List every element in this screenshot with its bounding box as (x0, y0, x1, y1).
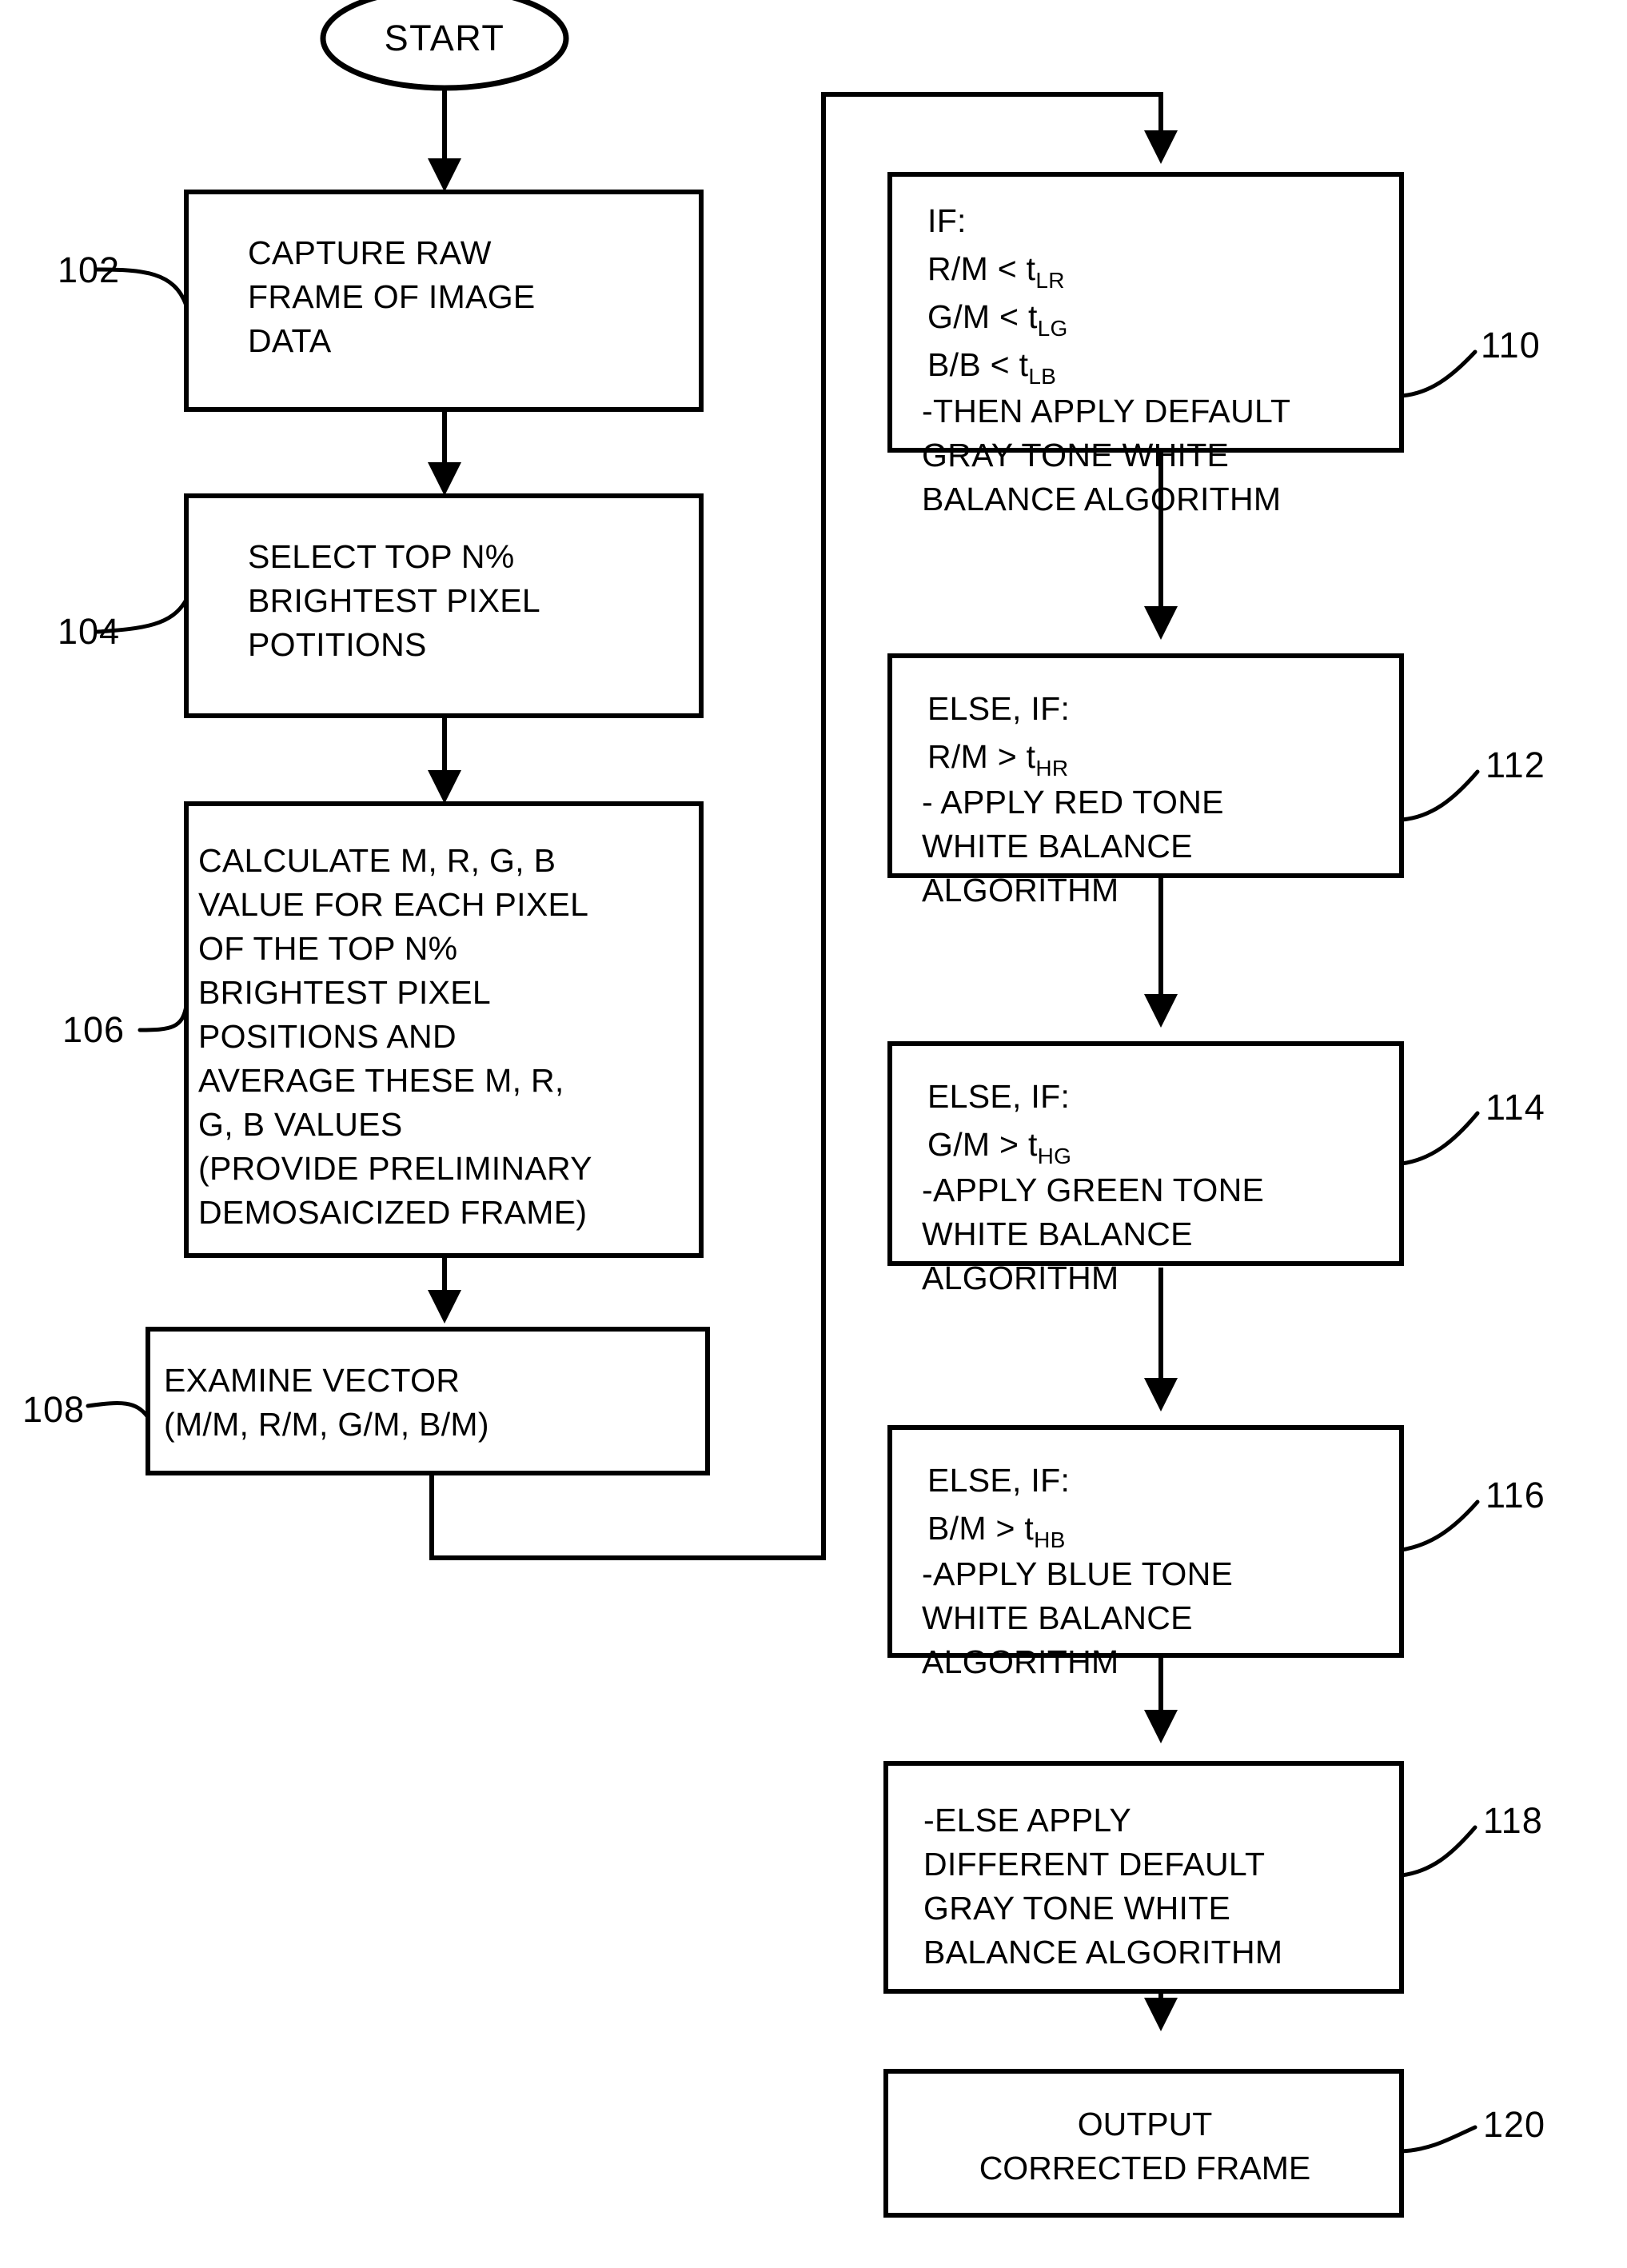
node-118-line-2: DIFFERENT DEFAULT (923, 1846, 1265, 1883)
node-120-line-2: CORRECTED FRAME (979, 2150, 1311, 2186)
connector-110-to-112 (1144, 448, 1178, 640)
node-106-line-1: CALCULATE M, R, G, B (198, 842, 556, 879)
node-106-line-6: AVERAGE THESE M, R, (198, 1062, 564, 1099)
node-112-line-1: ELSE, IF: (927, 690, 1070, 727)
node-108-line-2: (M/M, R/M, G/M, B/M) (164, 1406, 489, 1443)
connector-118-to-120 (1144, 1993, 1178, 2031)
node-112-line-3: - APPLY RED TONE (922, 784, 1224, 821)
node-118: -ELSE APPLY DIFFERENT DEFAULT GRAY TONE … (883, 1761, 1543, 1994)
ref-number-102: 102 (58, 250, 120, 290)
node-116-line-1: ELSE, IF: (927, 1462, 1070, 1499)
node-102: CAPTURE RAW FRAME OF IMAGE DATA 102 (58, 190, 704, 412)
connector-104-to-106 (428, 716, 461, 804)
connector-114-to-116 (1144, 1268, 1178, 1412)
node-114-line-4: WHITE BALANCE (922, 1216, 1193, 1252)
node-106-line-7: G, B VALUES (198, 1106, 402, 1143)
node-116-line-4: WHITE BALANCE (922, 1599, 1193, 1636)
node-104: SELECT TOP N% BRIGHTEST PIXEL POTITIONS … (58, 493, 704, 718)
node-108: EXAMINE VECTOR (M/M, R/M, G/M, B/M) 108 (22, 1327, 710, 1475)
patent-figure-flowchart: START CAPTURE RAW FRAME OF IMAGE DATA 10… (0, 0, 1627, 2268)
ref-number-108: 108 (22, 1389, 85, 1430)
ref-number-112: 112 (1485, 745, 1545, 785)
node-110-line-6: GRAY TONE WHITE (922, 437, 1229, 473)
connector-102-to-104 (428, 409, 461, 496)
node-118-line-4: BALANCE ALGORITHM (923, 1934, 1282, 1971)
node-116-line-3: -APPLY BLUE TONE (922, 1555, 1233, 1592)
node-106-line-9: DEMOSAICIZED FRAME) (198, 1194, 587, 1231)
node-104-line-2: BRIGHTEST PIXEL (248, 582, 540, 619)
ref-number-110: 110 (1481, 325, 1541, 365)
connector-106-to-108 (428, 1256, 461, 1324)
node-110: IF: R/M < tLR G/M < tLG B/B < tLB -THEN … (887, 172, 1541, 517)
node-118-line-1: -ELSE APPLY (923, 1802, 1131, 1839)
node-106-line-4: BRIGHTEST PIXEL (198, 974, 491, 1011)
ref-number-104: 104 (58, 611, 120, 652)
node-114: ELSE, IF: G/M > tHG -APPLY GREEN TONE WH… (887, 1041, 1545, 1296)
node-118-line-3: GRAY TONE WHITE (923, 1890, 1230, 1927)
node-110-line-5: -THEN APPLY DEFAULT (922, 393, 1290, 429)
node-102-line-3: DATA (248, 322, 332, 359)
node-112: ELSE, IF: R/M > tHR - APPLY RED TONE WHI… (887, 653, 1545, 908)
node-106-line-5: POSITIONS AND (198, 1018, 457, 1055)
connector-116-to-118 (1144, 1654, 1178, 1743)
node-start: START (320, 0, 569, 91)
ref-number-116: 116 (1485, 1475, 1545, 1515)
node-114-line-5: ALGORITHM (922, 1260, 1119, 1296)
node-102-line-2: FRAME OF IMAGE (248, 278, 536, 315)
node-106: CALCULATE M, R, G, B VALUE FOR EACH PIXE… (62, 801, 704, 1258)
node-102-line-1: CAPTURE RAW (248, 234, 492, 271)
ref-number-114: 114 (1485, 1087, 1545, 1128)
node-114-line-3: -APPLY GREEN TONE (922, 1172, 1264, 1208)
node-114-line-1: ELSE, IF: (927, 1078, 1070, 1115)
node-120-line-1: OUTPUT (1078, 2106, 1213, 2142)
node-106-line-8: (PROVIDE PRELIMINARY (198, 1150, 592, 1187)
node-110-line-7: BALANCE ALGORITHM (922, 481, 1281, 517)
node-116-line-5: ALGORITHM (922, 1643, 1119, 1680)
ref-number-118: 118 (1483, 1800, 1543, 1841)
node-106-line-2: VALUE FOR EACH PIXEL (198, 886, 588, 923)
ref-number-106: 106 (62, 1009, 125, 1050)
start-label: START (385, 18, 505, 58)
connector-112-to-114 (1144, 876, 1178, 1028)
node-110-line-1: IF: (927, 202, 967, 239)
node-112-line-5: ALGORITHM (922, 872, 1119, 908)
flowchart-canvas: START CAPTURE RAW FRAME OF IMAGE DATA 10… (22, 0, 1545, 2218)
node-104-line-3: POTITIONS (248, 626, 427, 663)
node-116: ELSE, IF: B/M > tHB -APPLY BLUE TONE WHI… (887, 1425, 1545, 1680)
node-106-line-3: OF THE TOP N% (198, 930, 457, 967)
node-108-line-1: EXAMINE VECTOR (164, 1362, 460, 1399)
node-120: OUTPUT CORRECTED FRAME 120 (883, 2069, 1545, 2218)
node-112-line-4: WHITE BALANCE (922, 828, 1193, 864)
node-104-line-1: SELECT TOP N% (248, 538, 515, 575)
connector-start-to-102 (428, 88, 461, 192)
ref-number-120: 120 (1483, 2104, 1545, 2145)
